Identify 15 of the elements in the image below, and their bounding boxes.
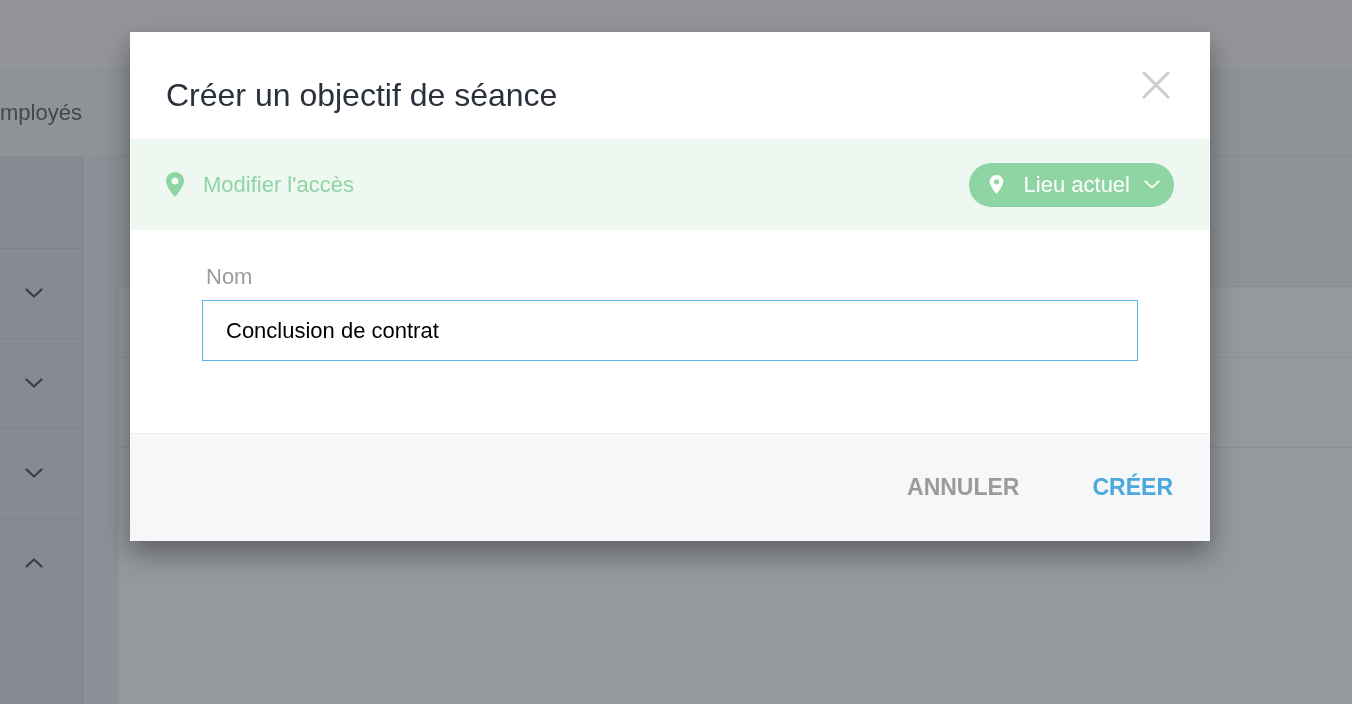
chevron-down-icon[interactable] — [25, 378, 43, 388]
nav-tab[interactable]: mployés — [0, 95, 82, 129]
location-dropdown[interactable]: Lieu actuel — [968, 162, 1174, 207]
field-label: Nom — [206, 265, 253, 289]
modify-access-link[interactable]: Modifier l'accès — [203, 168, 354, 201]
chevron-down-icon[interactable] — [25, 468, 43, 478]
dialog-title: Créer un objectif de séance — [166, 76, 558, 115]
map-pin-icon — [988, 175, 1004, 194]
chevron-up-icon[interactable] — [25, 558, 43, 568]
chevron-down-icon[interactable] — [25, 288, 43, 298]
name-input[interactable]: Conclusion de contrat — [202, 300, 1138, 361]
map-pin-icon — [166, 172, 184, 197]
create-button[interactable]: CRÉER — [1092, 470, 1173, 505]
cancel-button[interactable]: ANNULER — [907, 470, 1020, 505]
close-icon — [1141, 70, 1171, 100]
